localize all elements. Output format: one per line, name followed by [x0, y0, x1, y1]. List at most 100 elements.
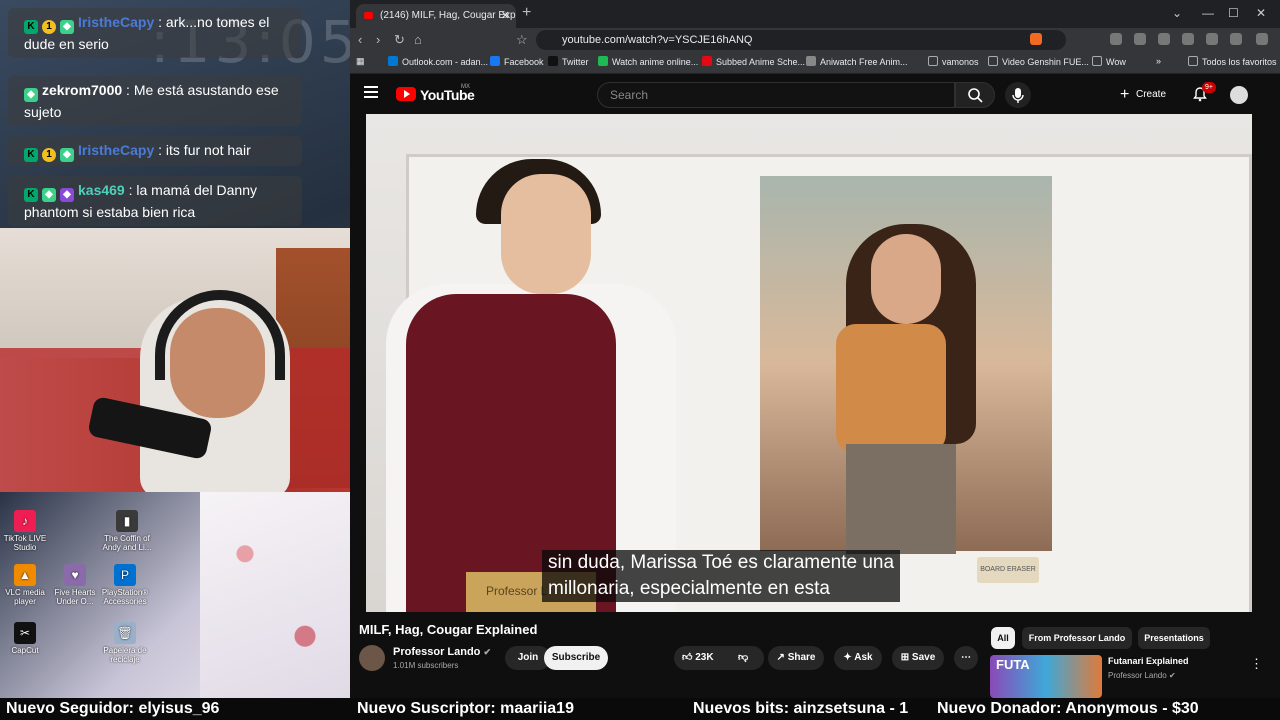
facebook-icon	[490, 56, 500, 66]
chat-username: kas469	[78, 182, 125, 198]
save-button[interactable]: ⊞ Save	[892, 646, 944, 670]
search-button[interactable]	[955, 82, 995, 108]
desktop-icon-coffin[interactable]: ▮ The Coffin of Andy and Li...	[98, 510, 156, 552]
verified-icon: ✔	[1168, 671, 1176, 680]
bookmark-item[interactable]: Watch anime online...	[598, 56, 698, 67]
verified-icon: ✔	[483, 647, 492, 657]
subscribe-button[interactable]: Subscribe	[544, 646, 608, 670]
bookmark-item[interactable]: Twitter	[548, 56, 589, 67]
like-button[interactable]: 👍︎ 23K	[682, 652, 714, 663]
ticker-donor: Nuevo Donador: Anonymous - $30	[937, 700, 1199, 717]
home-icon[interactable]: ⌂	[414, 32, 422, 47]
maximize-button[interactable]: ☐	[1228, 6, 1239, 20]
youtube-logo-icon[interactable]	[396, 87, 416, 101]
hamburger-menu-icon[interactable]	[364, 86, 378, 98]
menu-icon[interactable]	[1256, 33, 1268, 45]
address-bar[interactable]: youtube.com/watch?v=YSCJE16hANQ	[536, 30, 1066, 50]
gem-badge-icon: ◆	[24, 88, 38, 102]
capcut-icon: ✂	[14, 622, 36, 644]
voice-search-button[interactable]	[1005, 82, 1031, 108]
channel-avatar[interactable]	[359, 645, 385, 671]
ask-button[interactable]: ✦ Ask	[834, 646, 882, 670]
desktop-icon-recycle-bin[interactable]: 🗑 Papelera de reciclaje	[96, 622, 154, 664]
folder-icon	[988, 56, 998, 66]
tab-bar: (2146) MILF, Hag, Cougar Explai ✕ + ⌄ — …	[350, 0, 1280, 28]
filter-presentations[interactable]: Presentations	[1138, 627, 1210, 649]
forward-icon[interactable]: ›	[376, 32, 380, 47]
new-tab-button[interactable]: +	[522, 4, 531, 22]
youtube-favicon-icon	[364, 12, 373, 19]
region-code: MX	[461, 84, 470, 90]
extension-icon[interactable]	[1182, 33, 1194, 45]
plus-icon: +	[1120, 86, 1130, 103]
thumbs-up-icon: 👍︎	[682, 652, 693, 663]
extension-icon[interactable]	[1206, 33, 1218, 45]
bookmark-item[interactable]: Outlook.com - adan...	[388, 56, 488, 67]
chat-message: K ◆ ◆ kas469 : la mamá del Danny phantom si…	[8, 176, 302, 226]
more-icon: ⋯	[961, 652, 971, 663]
bookmark-folder[interactable]: vamonos	[928, 56, 979, 67]
bookmark-item[interactable]: Facebook	[490, 56, 544, 67]
ticker-bits: Nuevos bits: ainzsetsuna - 1	[693, 700, 909, 717]
chat-message: K 1 ◆ IristheCapy : ark...no tomes el dude …	[8, 8, 302, 58]
coin-badge-icon: 1	[42, 20, 56, 34]
folder-icon	[1188, 56, 1198, 66]
game-icon: ▮	[116, 510, 138, 532]
search-icon	[968, 88, 983, 103]
extension-icon[interactable]	[1110, 33, 1122, 45]
aniwatch-icon	[806, 56, 816, 66]
recommended-title[interactable]: Futanari Explained	[1108, 656, 1189, 666]
webcam-feed	[0, 228, 350, 492]
all-bookmarks-folder[interactable]: Todos los favoritos	[1188, 56, 1277, 67]
filter-all[interactable]: All	[991, 627, 1015, 649]
folder-icon	[928, 56, 938, 66]
bookmark-item[interactable]: Subbed Anime Sche...	[702, 56, 805, 67]
share-icon: ↗	[776, 652, 785, 663]
reload-icon[interactable]: ↻	[394, 32, 405, 48]
share-button[interactable]: ↗ Share	[768, 646, 824, 670]
minimize-button[interactable]: —	[1202, 6, 1214, 20]
create-button[interactable]: + Create	[1116, 83, 1176, 107]
close-window-button[interactable]: ✕	[1256, 6, 1266, 20]
brave-shield-icon[interactable]	[1030, 33, 1042, 45]
extension-icon[interactable]	[1158, 33, 1170, 45]
extension-icon[interactable]	[1230, 33, 1242, 45]
chat-username: zekrom7000	[42, 82, 123, 98]
tab-youtube[interactable]: (2146) MILF, Hag, Cougar Explai ✕	[356, 4, 516, 28]
recycle-bin-icon: 🗑	[114, 622, 136, 644]
badge-icon: K	[24, 20, 38, 34]
chat-text: la mamá del Danny phantom si estaba bien…	[24, 182, 258, 220]
save-icon: ⊞	[900, 652, 910, 663]
video-player[interactable]: Professor L BOARD ERASER sin duda, Maris…	[366, 114, 1252, 612]
bookmark-star-icon[interactable]: ☆	[516, 32, 528, 48]
gem-badge-icon: ◆	[60, 148, 74, 162]
more-actions-button[interactable]: ⋯	[954, 646, 978, 670]
desktop-icon-capcut[interactable]: ✂ CapCut	[0, 622, 54, 655]
extension-icon[interactable]	[1134, 33, 1146, 45]
bookmark-folder[interactable]: Video Genshin FUE...	[988, 56, 1089, 67]
subscriber-count: 1.01M subscribers	[393, 661, 459, 670]
gem-badge-icon: ◆	[60, 188, 74, 202]
microphone-icon	[1012, 88, 1024, 103]
gem-badge-icon: ◆	[60, 20, 74, 34]
search-input[interactable]: Search	[597, 82, 955, 108]
more-bookmarks-icon[interactable]: »	[1156, 56, 1161, 66]
more-options-icon[interactable]: ⋮	[1250, 656, 1263, 672]
channel-name[interactable]: Professor Lando ✔	[393, 646, 491, 658]
tab-search-icon[interactable]: ⌄	[1172, 6, 1182, 20]
bookmark-folder[interactable]: Wow	[1092, 56, 1126, 67]
back-icon[interactable]: ‹	[358, 32, 362, 47]
anime-site-icon	[598, 56, 608, 66]
apps-icon[interactable]: ▦	[356, 56, 365, 67]
recommended-thumbnail[interactable]: FUTA	[990, 655, 1102, 698]
desktop-icon-tiktok[interactable]: ♪ TikTok LIVE Studio	[0, 510, 54, 552]
filter-from-channel[interactable]: From Professor Lando	[1022, 627, 1132, 649]
close-tab-icon[interactable]: ✕	[501, 4, 510, 28]
desktop-icon-playstation[interactable]: P PlayStation® Accessories	[96, 564, 154, 606]
youtube-header: YouTube MX Search + Create 9+	[350, 74, 1280, 116]
bookmark-item[interactable]: Aniwatch Free Anim...	[806, 56, 908, 67]
account-avatar[interactable]	[1230, 86, 1248, 104]
badge-icon: K	[24, 188, 38, 202]
game-icon: ♥	[64, 564, 86, 586]
dislike-button[interactable]: 👎︎	[738, 646, 748, 670]
